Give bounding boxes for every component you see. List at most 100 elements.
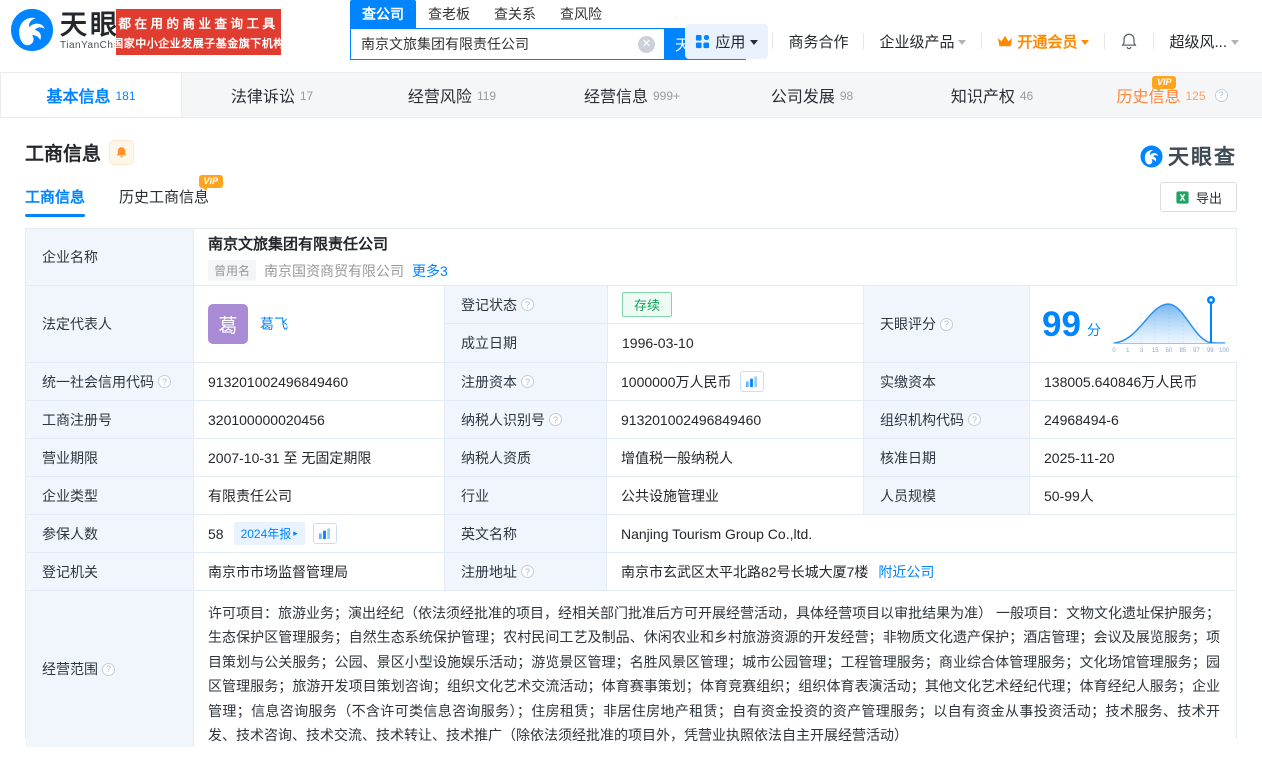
svg-text:99: 99 — [1207, 348, 1214, 354]
registration-status-cell: 存续 — [607, 286, 863, 323]
crown-icon — [997, 35, 1013, 48]
header-right-nav: 应用 商务合作 企业级产品 开通会员 — [685, 24, 1250, 58]
legal-rep-cell: 葛 葛飞 — [193, 286, 444, 362]
divider — [1153, 33, 1154, 49]
annual-report-link[interactable]: 2024年报▸ — [234, 522, 305, 545]
registration-authority-label: 登记机关 — [26, 553, 193, 590]
score-value: 99 — [1042, 307, 1081, 342]
capital-chart-icon[interactable] — [740, 371, 764, 392]
chevron-down-icon — [750, 40, 758, 45]
section-header: 工商信息 — [25, 139, 134, 166]
english-name-label: 英文名称 — [444, 515, 606, 552]
help-icon[interactable]: ? — [158, 375, 171, 388]
promo-banner: 都在用的商业查询工具 国家中小企业发展子基金旗下机构 — [116, 9, 281, 55]
staff-size-label: 人员规模 — [863, 477, 1029, 514]
table-row: 企业名称 南京文旅集团有限责任公司 曾用名 南京国资商贸有限公司 更多3 — [26, 229, 1236, 286]
help-icon[interactable]: ? — [102, 663, 115, 676]
company-type-cell: 有限责任公司 — [193, 477, 444, 514]
tianyan-score-label: 天眼评分? — [863, 286, 1029, 362]
former-name-tag: 曾用名 — [208, 260, 256, 281]
legal-rep-name-link[interactable]: 葛飞 — [260, 314, 288, 334]
approval-date-label: 核准日期 — [863, 439, 1029, 476]
table-row: 工商注册号 320100000020456 纳税人识别号? 9132010024… — [26, 401, 1236, 439]
vip-badge: VIP — [199, 175, 224, 188]
divider — [1104, 33, 1105, 49]
legal-rep-label: 法定代表人 — [26, 286, 193, 362]
vip-membership-menu[interactable]: 开通会员 — [997, 31, 1089, 52]
help-icon[interactable]: ? — [968, 413, 981, 426]
tab-operational-risk[interactable]: 经营风险119 — [362, 73, 542, 117]
business-scope-cell: 许可项目：旅游业务；演出经纪（依法须经批准的项目，经相关部门批准后方可开展经营活… — [193, 591, 1236, 747]
insured-count-cell: 58 2024年报▸ — [193, 515, 444, 552]
subtab-history-business-info[interactable]: VIP 历史工商信息 — [119, 186, 209, 217]
enterprise-products-menu[interactable]: 企业级产品 — [879, 31, 966, 52]
search-tab-boss[interactable]: 查老板 — [416, 0, 482, 28]
registration-number-cell: 320100000020456 — [193, 401, 444, 438]
former-name: 南京国资商贸有限公司 — [264, 261, 404, 281]
table-row: 营业期限 2007-10-31 至 无固定期限 纳税人资质 增值税一般纳税人 核… — [26, 439, 1236, 477]
export-button[interactable]: 导出 — [1160, 182, 1237, 212]
arrow-right-icon: ▸ — [293, 528, 298, 539]
business-scope-label: 经营范围? — [26, 591, 193, 747]
nearby-companies-link[interactable]: 附近公司 — [878, 562, 934, 582]
notifications-bell[interactable] — [1120, 32, 1138, 50]
staff-size-cell: 50-99人 — [1029, 477, 1236, 514]
registration-authority-cell: 南京市市场监督管理局 — [193, 553, 444, 590]
tab-intellectual-property[interactable]: 知识产权46 — [902, 73, 1082, 117]
company-name-cell: 南京文旅集团有限责任公司 曾用名 南京国资商贸有限公司 更多3 — [193, 229, 1236, 285]
search-tab-relation[interactable]: 查关系 — [482, 0, 548, 28]
apps-menu[interactable]: 应用 — [685, 24, 768, 59]
announcement-icon[interactable] — [109, 140, 134, 165]
founded-date-cell: 1996-03-10 — [607, 324, 863, 362]
org-code-cell: 24968494-6 — [1029, 401, 1236, 438]
help-icon[interactable]: ? — [521, 375, 534, 388]
tab-company-development[interactable]: 公司发展98 — [722, 73, 902, 117]
more-former-names-link[interactable]: 更多3 — [412, 261, 448, 281]
help-icon[interactable]: ? — [549, 413, 562, 426]
tab-legal-litigation[interactable]: 法律诉讼17 — [182, 73, 362, 117]
help-icon[interactable]: ? — [521, 298, 534, 311]
grid-icon — [695, 34, 710, 49]
legal-rep-avatar[interactable]: 葛 — [208, 304, 248, 344]
subtab-business-info[interactable]: 工商信息 — [25, 186, 85, 217]
bell-icon — [1120, 32, 1138, 50]
status-badge: 存续 — [622, 292, 672, 317]
divider — [981, 33, 982, 49]
company-name: 南京文旅集团有限责任公司 — [208, 233, 388, 254]
section-title: 工商信息 — [25, 139, 101, 166]
help-icon[interactable]: ? — [521, 565, 534, 578]
tab-business-info[interactable]: 经营信息999+ — [542, 73, 722, 117]
search-tab-risk[interactable]: 查风险 — [548, 0, 614, 28]
status-founded-subtable: 登记状态? 存续 成立日期 1996-03-10 — [444, 286, 863, 362]
clear-search-icon[interactable]: ✕ — [638, 36, 655, 53]
chevron-down-icon — [1231, 40, 1239, 45]
tab-basic-info[interactable]: 基本信息181 — [0, 73, 182, 117]
registration-status-label: 登记状态? — [445, 286, 607, 323]
credit-code-cell: 913201002496849460 — [193, 363, 444, 400]
vip-badge: VIP — [1152, 76, 1177, 89]
search-input[interactable] — [350, 28, 664, 60]
business-cooperation-link[interactable]: 商务合作 — [788, 31, 848, 52]
insured-chart-icon[interactable] — [313, 523, 337, 544]
super-risk-menu[interactable]: 超级风... — [1169, 31, 1239, 52]
svg-text:0: 0 — [1112, 348, 1116, 354]
paid-capital-label: 实缴资本 — [863, 363, 1029, 400]
excel-icon — [1175, 190, 1190, 205]
tianyancha-watermark: 天眼查 — [1140, 141, 1237, 171]
search-tab-company[interactable]: 查公司 — [350, 0, 416, 28]
business-term-cell: 2007-10-31 至 无固定期限 — [193, 439, 444, 476]
promo-banner-line1: 都在用的商业查询工具 — [118, 13, 278, 32]
founded-date-label: 成立日期 — [445, 324, 607, 362]
english-name-cell: Nanjing Tourism Group Co.,ltd. — [606, 515, 1236, 552]
registered-capital-cell: 1000000万人民币 — [606, 363, 863, 400]
help-icon[interactable]: ? — [1215, 89, 1228, 102]
svg-text:50: 50 — [1166, 348, 1173, 354]
tianyancha-company-page: 天眼查 TianYanCha.com 都在用的商业查询工具 国家中小企业发展子基… — [0, 0, 1262, 762]
svg-text:3: 3 — [1140, 348, 1144, 354]
divider — [863, 33, 864, 49]
registered-address-label: 注册地址? — [444, 553, 606, 590]
tab-history-info[interactable]: VIP 历史信息 125 ? — [1082, 73, 1262, 117]
help-icon[interactable]: ? — [940, 318, 953, 331]
svg-text:1: 1 — [1126, 348, 1130, 354]
table-row: 企业类型 有限责任公司 行业 公共设施管理业 人员规模 50-99人 — [26, 477, 1236, 515]
